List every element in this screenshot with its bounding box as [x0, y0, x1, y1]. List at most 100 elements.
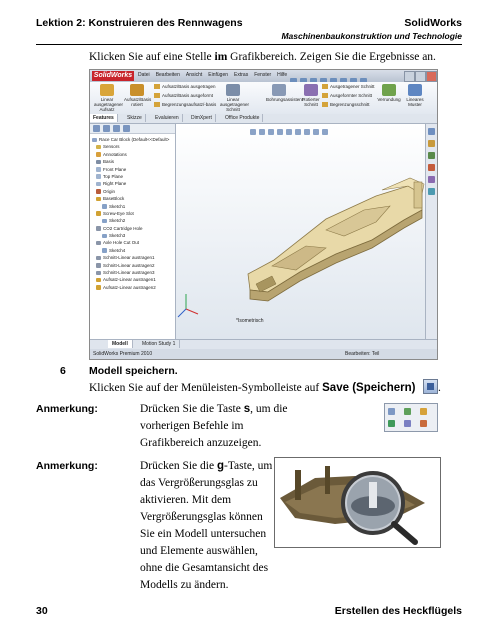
tree-item[interactable]: Sketch3	[92, 232, 174, 239]
status-bar: SolidWorks Premium 2010 Bearbeiten: Teil	[90, 349, 437, 359]
tree-item[interactable]: Annotations	[92, 151, 174, 158]
ribbon-button[interactable]: Linear ausgetragener Schnitt	[220, 84, 250, 112]
tree-item[interactable]: BaseBlock	[92, 195, 174, 202]
command-manager-ribbon: Linear ausgetragener Aufsatz Aufsatz/Basi…	[90, 82, 437, 115]
step-number: 6	[60, 365, 66, 377]
tree-item[interactable]: Axle Hole Cut Out	[92, 239, 174, 246]
feature-icon	[130, 84, 144, 96]
ribbon-button-label: Rotierter Schnitt	[302, 97, 320, 107]
zoom-area-icon[interactable]	[259, 129, 265, 135]
ribbon-button[interactable]: Verrundung	[376, 84, 402, 102]
appearances-icon[interactable]	[428, 176, 435, 183]
ribbon-button-label: Verrundung	[377, 97, 401, 102]
maximize-button[interactable]	[415, 71, 426, 82]
command-tab[interactable]: Office Produkte	[222, 114, 264, 122]
ribbon-button[interactable]: Linear ausgetragener Aufsatz	[94, 84, 123, 112]
tree-item[interactable]: Origin	[92, 188, 174, 195]
tree-item[interactable]: Aufsatz-Linear austragen2	[92, 284, 174, 291]
feature-icon	[322, 93, 328, 99]
tree-item[interactable]: CO2 Cartridge Hole	[92, 225, 174, 232]
tree-item[interactable]: Race Car Block (Default<<Default>	[92, 136, 174, 143]
command-tab[interactable]: Evaluieren	[152, 114, 183, 122]
graphics-area[interactable]	[176, 124, 437, 339]
minimize-button[interactable]	[404, 71, 415, 82]
tree-item[interactable]: Sketch4	[92, 247, 174, 254]
design-library-icon[interactable]	[428, 140, 435, 147]
view-orientation-icon[interactable]	[286, 129, 292, 135]
feature-icon	[322, 84, 328, 90]
file-explorer-icon[interactable]	[428, 152, 435, 159]
tree-item-label: Aufsatz-Linear austragen2	[103, 284, 156, 290]
tree-item-label: Sketch3	[109, 233, 126, 239]
menu-item[interactable]: Hilfe	[277, 72, 287, 78]
command-tab[interactable]: Skizze	[124, 114, 146, 122]
display-style-icon[interactable]	[295, 129, 301, 135]
ribbon-button-label: Linear ausgetragener Schnitt	[220, 97, 250, 112]
close-button[interactable]	[426, 71, 437, 82]
feature-icon	[226, 84, 240, 96]
tree-item[interactable]: Schnitt-Linear austragen2	[92, 262, 174, 269]
tree-item[interactable]: Screw-Eye Slot	[92, 210, 174, 217]
menu-item[interactable]: Datei	[138, 72, 150, 78]
tree-item[interactable]: Schnitt-Linear austragen1	[92, 254, 174, 261]
menu-item[interactable]: Fenster	[254, 72, 271, 78]
feature-icon	[382, 84, 396, 96]
ribbon-button[interactable]: Aufsatz/Basis rotiert	[124, 84, 151, 107]
step-instruction-period: .	[438, 382, 441, 394]
save-icon[interactable]	[423, 379, 438, 394]
ribbon-small-label: Ausgetragener Schnitt	[330, 84, 375, 89]
tree-item-label: CO2 Cartridge Hole	[103, 225, 143, 231]
tree-item[interactable]: Schnitt-Linear austragen3	[92, 269, 174, 276]
ribbon-small-button[interactable]: Aufsatz/Basis ausgetragen	[154, 84, 216, 90]
section-view-icon[interactable]	[277, 129, 283, 135]
dimxpert-icon[interactable]	[123, 125, 130, 132]
model-tab[interactable]: Modell	[108, 340, 133, 348]
menu-item[interactable]: Einfügen	[208, 72, 228, 78]
tree-item-label: Front Plane	[103, 166, 127, 172]
zoom-to-fit-icon[interactable]	[250, 129, 256, 135]
ribbon-small-button[interactable]: Begrenzungsaufsatz/-basis	[154, 102, 217, 108]
ribbon-button[interactable]: Lineares Muster	[402, 84, 428, 107]
featuremanager-icon[interactable]	[93, 125, 100, 132]
ribbon-button[interactable]: Bohrungsassistent	[266, 84, 304, 102]
scene-icon[interactable]	[322, 129, 328, 135]
race-car-model[interactable]	[176, 124, 437, 339]
menu-item[interactable]: Ansicht	[186, 72, 202, 78]
ribbon-small-button[interactable]: Begrenzungsschnitt	[322, 102, 370, 108]
menu-item[interactable]: Bearbeiten	[156, 72, 180, 78]
ribbon-button[interactable]: Rotierter Schnitt	[298, 84, 324, 107]
menu-item[interactable]: Extras	[234, 72, 248, 78]
tree-item-icon	[96, 240, 101, 246]
zoom-icon	[420, 420, 427, 427]
configurationmanager-icon[interactable]	[113, 125, 120, 132]
ribbon-small-button[interactable]: Aufsatz/Basis ausgeformt	[154, 93, 213, 99]
tree-item-icon	[96, 144, 101, 150]
tree-item[interactable]: Top Plane	[92, 173, 174, 180]
ribbon-small-button[interactable]: Ausgetragener Schnitt	[322, 84, 375, 90]
previous-view-icon[interactable]	[268, 129, 274, 135]
tree-item[interactable]: Basis	[92, 158, 174, 165]
tree-item[interactable]: Front Plane	[92, 166, 174, 173]
tree-item[interactable]: Aufsatz-Linear austragen1	[92, 276, 174, 283]
custom-properties-icon[interactable]	[428, 188, 435, 195]
step-instruction: Klicken Sie auf der Menüleisten-Symbolle…	[89, 382, 416, 394]
tree-item[interactable]: Sketch1	[92, 203, 174, 210]
hide-show-icon[interactable]	[304, 129, 310, 135]
tree-item-label: Sketch1	[109, 203, 126, 209]
ribbon-small-button[interactable]: Ausgeformter Schnitt	[322, 93, 372, 99]
tree-item[interactable]: Sensors	[92, 143, 174, 150]
view-orientation-label: *Isometrisch	[236, 318, 264, 324]
ribbon-small-label: Begrenzungsaufsatz/-basis	[162, 102, 217, 107]
resources-icon[interactable]	[428, 128, 435, 135]
tree-item[interactable]: Sketch2	[92, 217, 174, 224]
ribbon-button-label: Bohrungsassistent	[266, 97, 304, 102]
model-tab[interactable]: Motion Study 1	[138, 340, 181, 348]
note-label: Anmerkung:	[36, 403, 98, 415]
appearance-icon[interactable]	[313, 129, 319, 135]
command-tab[interactable]: DimXpert	[188, 114, 216, 122]
command-tab[interactable]: Features	[90, 114, 118, 122]
propertymanager-icon[interactable]	[103, 125, 110, 132]
title-bar: SolidWorks Datei Bearbeiten Ansicht Einfüge…	[90, 70, 437, 85]
view-palette-icon[interactable]	[428, 164, 435, 171]
tree-item[interactable]: Right Plane	[92, 180, 174, 187]
